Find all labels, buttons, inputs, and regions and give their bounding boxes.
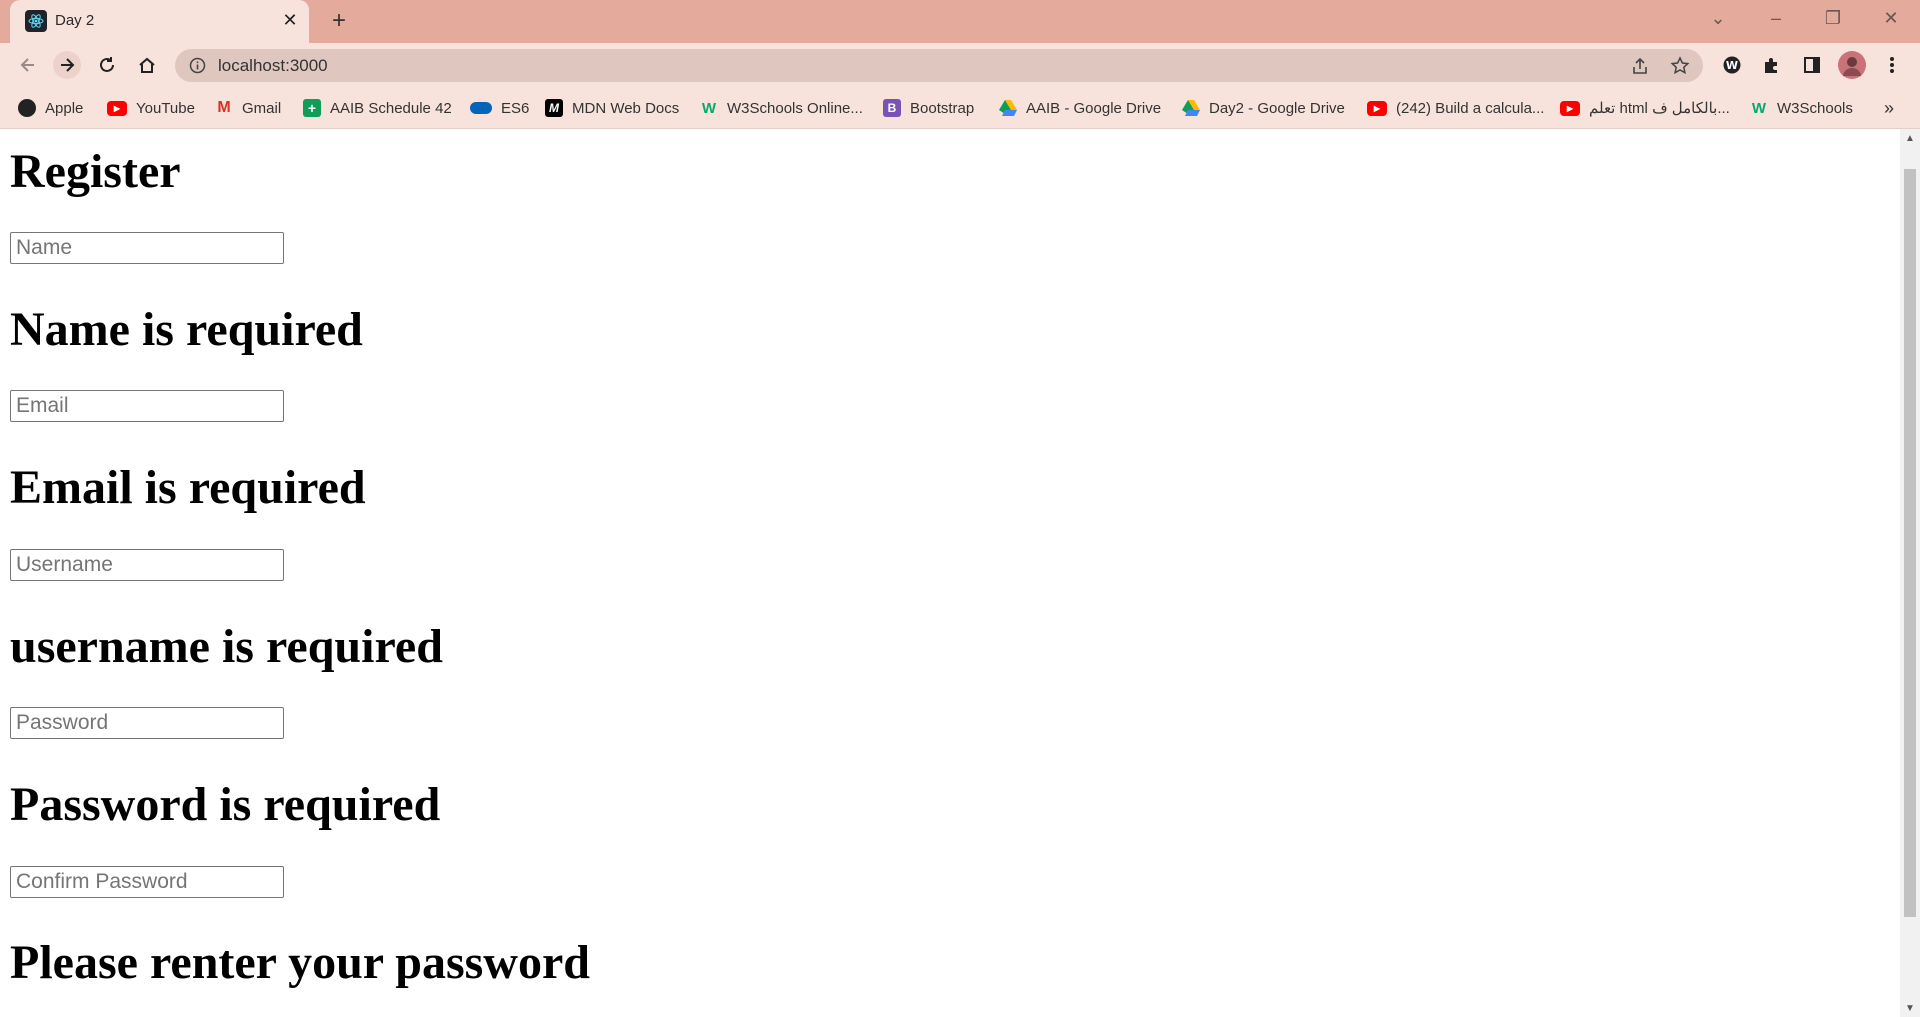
youtube-icon: ▶ [1367,100,1387,116]
youtube-icon: ▶ [1560,100,1580,116]
new-tab-icon[interactable]: + [326,9,352,35]
bookmark-label: ES6 [501,99,530,117]
bookmark-w3schools-online[interactable]: W W3Schools Online... [700,96,863,120]
password-error: Password is required [10,778,441,831]
home-icon[interactable] [133,51,161,79]
bookmark-label: AAIB Schedule 42 [330,99,452,117]
bookmark-arabic-html-video[interactable]: ▶ تعلم html بالكامل ف... [1560,96,1730,120]
address-bar[interactable]: localhost:3000 [175,49,1703,82]
bookmark-label: MDN Web Docs [572,99,680,117]
url-text: localhost:3000 [218,56,328,75]
menu-kebab-icon[interactable] [1878,51,1906,79]
minimize-icon[interactable]: – [1761,8,1791,29]
bookmark-label: Gmail [242,99,282,117]
tab-search-icon[interactable]: ⌄ [1703,8,1733,29]
share-icon[interactable] [1630,56,1650,81]
bookmarks-bar: Apple ▶ YouTube M Gmail + AAIB Schedule … [0,88,1920,129]
forward-icon[interactable] [53,51,81,79]
restore-icon[interactable]: ❐ [1818,8,1848,29]
email-error: Email is required [10,461,366,514]
bookmark-mdn[interactable]: M MDN Web Docs [545,96,679,120]
email-input[interactable] [10,390,284,422]
bookmark-label: Bootstrap [910,99,975,117]
name-input[interactable] [10,232,284,264]
bootstrap-icon: B [883,99,901,117]
browser-tab[interactable]: Day 2 ✕ [10,0,309,43]
scroll-up-icon[interactable]: ▲ [1905,133,1915,144]
bookmark-label: (242) Build a calcula... [1396,99,1545,117]
wordpress-extension-icon[interactable]: W [1718,51,1746,79]
bookmark-gmail[interactable]: M Gmail [215,96,281,120]
bookmark-label: W3Schools [1777,99,1853,117]
tab-strip: Day 2 ✕ + ⌄ – ❐ ✕ [0,0,1920,43]
mdn-icon: M [545,99,563,117]
page-title: Register [10,145,181,198]
bookmark-bootstrap[interactable]: B Bootstrap [883,96,974,120]
username-error: username is required [10,620,443,673]
bookmark-apple[interactable]: Apple [18,96,83,120]
site-info-icon[interactable] [189,57,206,79]
browser-toolbar: localhost:3000 W [0,43,1920,88]
google-drive-icon [999,99,1017,117]
bookmark-w3schools[interactable]: W W3Schools [1750,96,1853,120]
password-input[interactable] [10,707,284,739]
svg-text:W: W [1726,59,1738,72]
scrollbar-thumb[interactable] [1904,169,1916,917]
youtube-icon: ▶ [107,100,127,116]
react-icon [25,10,47,32]
bookmark-star-icon[interactable] [1670,56,1690,81]
extensions-puzzle-icon[interactable] [1758,51,1786,79]
bookmark-day2-drive[interactable]: Day2 - Google Drive [1182,96,1345,120]
close-tab-icon[interactable]: ✕ [280,10,300,30]
reload-icon[interactable] [93,51,121,79]
bookmark-label: Apple [45,99,84,117]
confirm-password-error: Please renter your password [10,936,590,989]
bookmark-label: تعلم html بالكامل ف... [1589,100,1730,117]
bookmark-aaib-schedule[interactable]: + AAIB Schedule 42 [303,96,452,120]
sheets-icon: + [303,99,321,117]
more-bookmarks-icon[interactable]: » [1884,96,1894,120]
onedrive-icon [470,102,492,114]
window-close-icon[interactable]: ✕ [1876,8,1906,29]
vertical-scrollbar[interactable]: ▲ ▼ [1900,129,1920,1017]
back-icon[interactable] [14,51,42,79]
username-input[interactable] [10,549,284,581]
avatar[interactable] [1838,51,1866,79]
bookmark-es6[interactable]: ES6 [470,96,529,120]
name-error: Name is required [10,303,363,356]
bookmark-aaib-drive[interactable]: AAIB - Google Drive [999,96,1161,120]
bookmark-youtube[interactable]: ▶ YouTube [107,96,195,120]
side-panel-icon[interactable] [1798,51,1826,79]
w3schools-icon: W [1751,99,1767,117]
bookmark-label: W3Schools Online... [727,99,863,117]
page-content: Register Name is required Email is requi… [0,129,1900,1017]
bookmark-label: Day2 - Google Drive [1209,99,1345,117]
bookmark-calculator-video[interactable]: ▶ (242) Build a calcula... [1367,96,1544,120]
gmail-icon: M [217,99,231,116]
bookmark-label: AAIB - Google Drive [1026,99,1162,117]
bookmark-label: YouTube [136,99,195,117]
google-drive-icon [1182,99,1200,117]
apple-icon [18,99,36,117]
confirm-password-input[interactable] [10,866,284,898]
w3schools-icon: W [701,99,717,117]
scroll-down-icon[interactable]: ▼ [1905,1003,1915,1014]
tab-title: Day 2 [55,12,95,29]
